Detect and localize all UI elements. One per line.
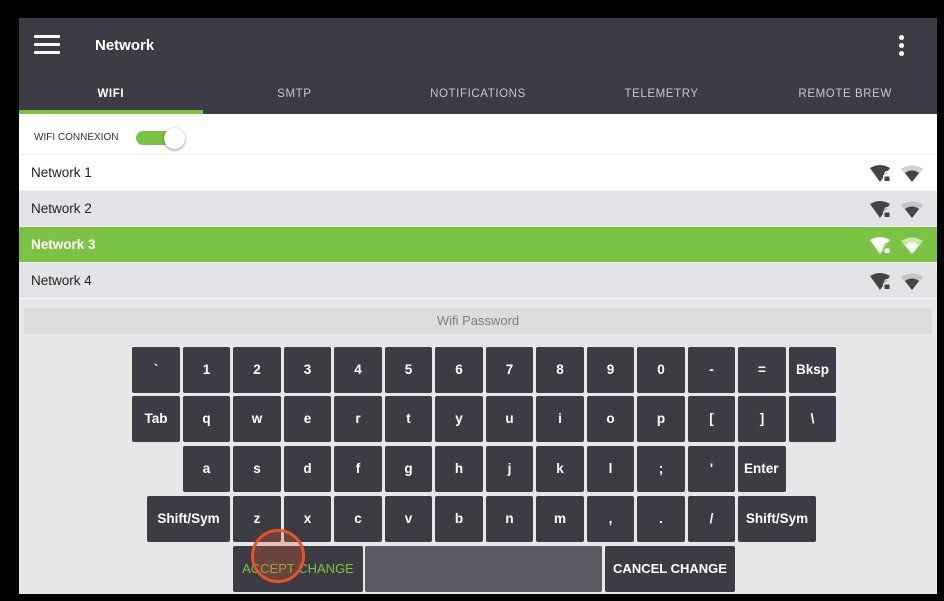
key-v[interactable]: v [385,496,432,542]
key-m[interactable]: m [536,496,584,542]
wifi-signal-icon [901,237,923,254]
accept-change-button[interactable]: ACCEPT CHANGE [233,546,363,592]
key-e[interactable]: e [284,396,331,442]
key-semicolon[interactable]: ; [637,446,685,492]
network-name: Network 2 [31,201,92,216]
key-g[interactable]: g [385,446,432,492]
secured-wifi-icon [870,201,891,218]
key-p[interactable]: p [637,396,685,442]
key-f[interactable]: f [334,446,382,492]
key-d[interactable]: d [284,446,331,492]
key-h[interactable]: h [435,446,483,492]
key-9[interactable]: 9 [587,347,634,393]
key-a[interactable]: a [183,446,230,492]
key-r[interactable]: r [334,396,382,442]
key-backtick[interactable]: ` [132,347,180,393]
key-backslash[interactable]: \ [789,396,836,442]
key-comma[interactable]: , [587,496,634,542]
key-equals[interactable]: = [738,347,786,393]
wifi-toggle-label: WIFI CONNEXION [34,132,119,143]
network-status-icons [869,200,925,220]
device-frame: Network WIFI SMTP NOTIFICATIONS TELEMETR… [0,0,944,601]
key-shift-sym-right[interactable]: Shift/Sym [738,496,816,542]
secured-wifi-icon [870,237,891,254]
key-backspace[interactable]: Bksp [789,347,836,393]
key-6[interactable]: 6 [435,347,483,393]
key-j[interactable]: j [486,446,533,492]
key-z[interactable]: z [233,496,281,542]
network-name: Network 1 [31,165,92,180]
key-c[interactable]: c [334,496,382,542]
key-5[interactable]: 5 [385,347,432,393]
keyboard-row-3: a s d f g h j k l ; ' Enter [19,446,937,492]
overflow-menu-icon[interactable] [897,35,905,59]
key-tab[interactable]: Tab [132,396,180,442]
wifi-signal-icon [901,201,923,218]
key-period[interactable]: . [637,496,685,542]
hamburger-menu-icon[interactable] [34,35,60,55]
keyboard-row-4: Shift/Sym z x c v b n m , . / Shift/Sym [19,496,937,542]
toggle-knob[interactable] [164,128,185,149]
key-q[interactable]: q [183,396,230,442]
key-u[interactable]: u [486,396,533,442]
tab-smtp[interactable]: SMTP [203,74,387,114]
network-row-1[interactable]: Network 1 [19,154,937,190]
key-w[interactable]: w [233,396,281,442]
key-o[interactable]: o [587,396,634,442]
network-status-icons [869,164,925,184]
key-shift-sym-left[interactable]: Shift/Sym [147,496,230,542]
key-b[interactable]: b [435,496,483,542]
wifi-toggle-switch[interactable] [136,128,188,149]
key-x[interactable]: x [284,496,331,542]
key-slash[interactable]: / [688,496,735,542]
key-s[interactable]: s [233,446,281,492]
network-row-3[interactable]: Network 3 [19,226,937,262]
key-enter[interactable]: Enter [738,446,786,492]
key-right-bracket[interactable]: ] [738,396,786,442]
page-title: Network [95,37,155,54]
keyboard-row-2: Tab q w e r t y u i o p [ ] \ [19,396,937,442]
key-i[interactable]: i [536,396,584,442]
network-name: Network 4 [31,273,92,288]
key-left-bracket[interactable]: [ [688,396,735,442]
app-screen: Network WIFI SMTP NOTIFICATIONS TELEMETR… [19,18,937,594]
tab-notifications[interactable]: NOTIFICATIONS [386,74,570,114]
wifi-signal-icon [901,165,923,182]
wifi-toggle-row: WIFI CONNEXION [19,114,937,154]
space-bar[interactable] [365,546,602,592]
network-row-2[interactable]: Network 2 [19,190,937,226]
secured-wifi-icon [870,273,891,290]
key-4[interactable]: 4 [334,347,382,393]
network-status-icons [869,236,925,256]
tab-telemetry[interactable]: TELEMETRY [570,74,754,114]
network-status-icons [869,272,925,292]
network-list: Network 1 Network 2 Network 3 Network 4 [19,154,937,298]
key-n[interactable]: n [486,496,533,542]
network-name: Network 3 [31,237,96,252]
key-0[interactable]: 0 [637,347,685,393]
app-bar: Network [19,18,937,74]
keyboard-row-1: ` 1 2 3 4 5 6 7 8 9 0 - = Bksp [19,347,937,393]
tab-wifi[interactable]: WIFI [19,74,203,114]
network-row-4[interactable]: Network 4 [19,262,937,298]
key-3[interactable]: 3 [284,347,331,393]
key-t[interactable]: t [385,396,432,442]
keyboard-row-5: ACCEPT CHANGE CANCEL CHANGE [19,546,937,592]
key-8[interactable]: 8 [536,347,584,393]
key-2[interactable]: 2 [233,347,281,393]
tab-bar: WIFI SMTP NOTIFICATIONS TELEMETRY REMOTE… [19,74,937,114]
wifi-password-input[interactable]: Wifi Password [24,308,932,334]
cancel-change-button[interactable]: CANCEL CHANGE [605,546,735,592]
key-minus[interactable]: - [688,347,735,393]
key-k[interactable]: k [536,446,584,492]
key-7[interactable]: 7 [486,347,533,393]
secured-wifi-icon [870,165,891,182]
wifi-signal-icon [901,273,923,290]
tab-remote-brew[interactable]: REMOTE BREW [753,74,937,114]
key-1[interactable]: 1 [183,347,230,393]
on-screen-keyboard: Wifi Password ` 1 2 3 4 5 6 7 8 9 0 - = … [19,299,937,594]
key-l[interactable]: l [587,446,634,492]
key-y[interactable]: y [435,396,483,442]
key-apostrophe[interactable]: ' [688,446,735,492]
